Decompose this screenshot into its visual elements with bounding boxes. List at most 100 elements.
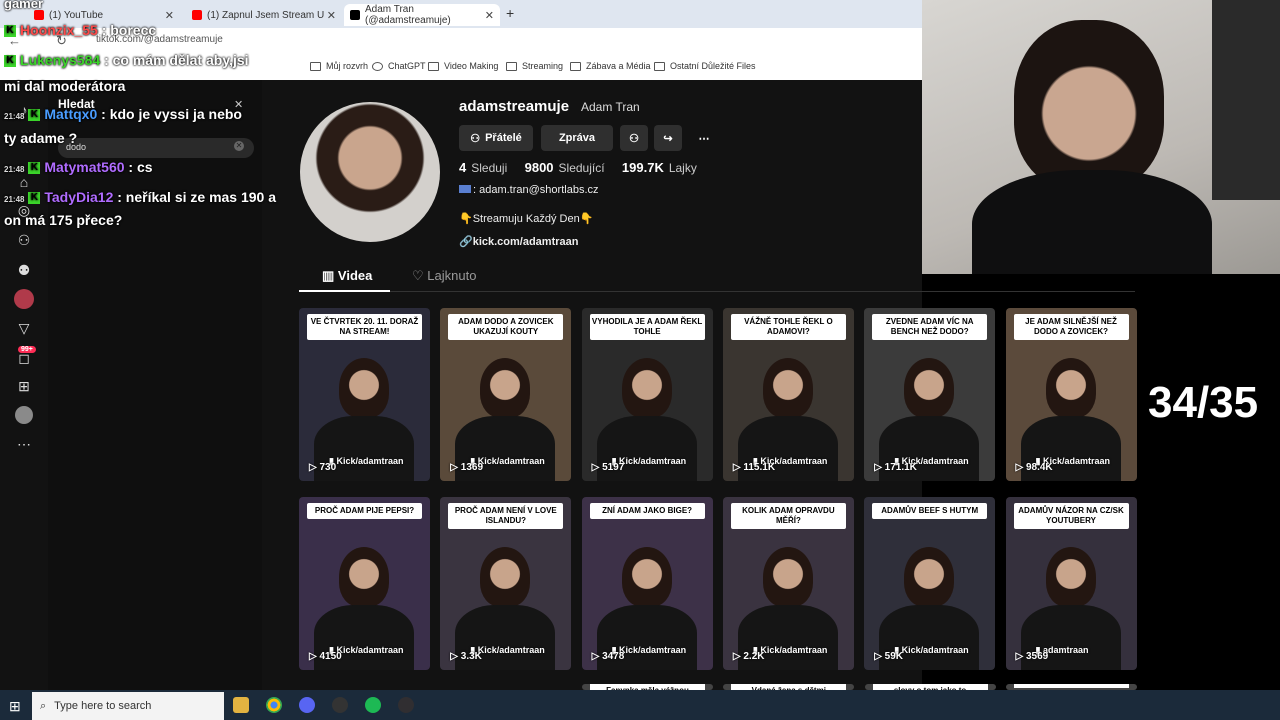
- active-tab-indicator: [299, 290, 390, 292]
- video-caption: ZNÍ ADAM JAKO BIGE?: [589, 503, 705, 519]
- tab-divider: [299, 291, 1135, 292]
- tab-liked[interactable]: ♡ Lajknuto: [412, 268, 476, 284]
- video-card[interactable]: VE ČTVRTEK 20. 11. DORAŽ NA STREAM! ▮ Kic…: [299, 308, 430, 481]
- tab-youtube-stream[interactable]: (1) Zapnul Jsem Stream U Babič ✕: [186, 4, 342, 26]
- folder-icon: [654, 61, 665, 71]
- bookmark-folder[interactable]: Streaming: [506, 61, 563, 71]
- profile-link[interactable]: 🔗kick.com/adamtraan: [459, 235, 578, 248]
- video-caption: KOLIK ADAM OPRAVDU MĚŘÍ?: [730, 503, 846, 529]
- bookmark-item[interactable]: Můj rozvrh: [310, 61, 368, 71]
- send-icon[interactable]: ▽: [14, 318, 34, 338]
- person-check-icon: ⚇: [470, 132, 481, 145]
- following-icon[interactable]: ⚇: [14, 230, 34, 250]
- close-icon[interactable]: ✕: [327, 9, 336, 22]
- tab-tiktok-profile[interactable]: Adam Tran (@adamstreamuje) ✕: [344, 4, 500, 26]
- friends-icon[interactable]: ⚉: [14, 260, 34, 280]
- chatgpt-icon: [372, 61, 383, 71]
- message-button[interactable]: Zpráva: [541, 125, 613, 151]
- background-curtain: [1212, 0, 1280, 200]
- chat-timestamp: 21:48: [4, 165, 25, 174]
- counter-overlay: 34/35: [1148, 378, 1259, 427]
- chat-message: ty adame ?: [4, 130, 77, 146]
- video-card[interactable]: ADAMŮV NÁZOR NA CZ/SK YOUTUBERY ▮ adamtra…: [1005, 497, 1137, 670]
- bookmark-item[interactable]: ChatGPT: [372, 61, 426, 71]
- folder-icon: [506, 61, 517, 71]
- chat-timestamp: 21:48: [4, 195, 25, 204]
- video-caption: VÁŽNĚ TOHLE ŘEKL O ADAMOVI?: [730, 314, 846, 340]
- view-count: ▷ 730: [309, 462, 337, 473]
- thumbnail-person: [621, 358, 672, 418]
- friends-button[interactable]: ⚇ Přátelé: [459, 125, 533, 151]
- chat-message: 21:48 K TadyDia12 : neříkal si ze mas 190…: [4, 189, 276, 205]
- view-count: ▷ 171.1K: [874, 462, 917, 473]
- profile-email: : adam.tran@shortlabs.cz: [459, 184, 599, 196]
- close-icon[interactable]: ✕: [165, 9, 174, 22]
- chrome-icon[interactable]: [266, 697, 282, 713]
- live-avatar-icon[interactable]: [14, 289, 34, 309]
- profile-stats: 4 Sleduji 9800 Sledující 199.7K Lajky: [459, 160, 697, 175]
- chat-message: on má 175 přece?: [4, 212, 122, 228]
- video-card[interactable]: VÁŽNĚ TOHLE ŘEKL O ADAMOVI? ▮ Kick/adamtr…: [722, 308, 854, 481]
- bookmark-icon: [310, 61, 321, 71]
- thumbnail-person: [480, 358, 531, 418]
- spotify-icon[interactable]: [365, 697, 381, 713]
- video-card[interactable]: ZNÍ ADAM JAKO BIGE? ▮ Kick/adamtraan ▷ 347…: [581, 497, 713, 670]
- view-count: ▷ 1369: [450, 462, 484, 473]
- video-caption: ADAMŮV NÁZOR NA CZ/SK YOUTUBERY: [1013, 503, 1129, 529]
- video-card[interactable]: PROČ ADAM PIJE PEPSI? ▮ Kick/adamtraan ▷ 4…: [299, 497, 430, 670]
- add-friend-icon[interactable]: ⚇: [620, 125, 648, 151]
- chat-text: : neříkal si ze mas 190 a: [117, 189, 277, 205]
- file-explorer-icon[interactable]: [233, 697, 249, 713]
- windows-start-icon[interactable]: ⊞: [9, 698, 21, 715]
- video-caption: ADAM DODO A ZOVICEK UKAZUJÍ KOUTY: [448, 314, 564, 340]
- video-card[interactable]: ZVEDNE ADAM VÍC NA BENCH NEŽ DODO? ▮ Kick…: [864, 308, 996, 481]
- bookmark-folder[interactable]: Ostatní Důležité Files: [654, 61, 756, 71]
- new-tab-button[interactable]: +: [506, 5, 514, 21]
- close-icon[interactable]: ✕: [485, 9, 494, 22]
- video-card[interactable]: ADAMŮV BEEF S HUTYM ▮ Kick/adamtraan ▷ 59K: [864, 497, 996, 670]
- chat-text: : co mám dělat aby,jsi: [104, 52, 249, 68]
- upload-icon[interactable]: ⊞: [14, 376, 34, 396]
- bookmark-folder[interactable]: Video Making: [428, 61, 498, 71]
- video-watermark: ▮ Kick/adamtraan: [329, 456, 404, 466]
- thumbnail-person: [1045, 358, 1096, 418]
- video-card[interactable]: KOLIK ADAM OPRAVDU MĚŘÍ? ▮ Kick/adamtraan…: [722, 497, 854, 670]
- thumbnail-person: [339, 358, 389, 418]
- video-caption: PROČ ADAM PIJE PEPSI?: [307, 503, 422, 519]
- kick-badge-icon: K: [28, 109, 41, 122]
- steam-icon[interactable]: [332, 697, 348, 713]
- profile-username: adamstreamuje: [459, 98, 570, 115]
- chat-username: TadyDia12: [44, 189, 114, 205]
- chat-header: gamer: [4, 0, 44, 11]
- video-card[interactable]: JE ADAM SILNĚJŠÍ NEŽ DODO A ZOVICEK? ▮ Ki…: [1005, 308, 1137, 481]
- clear-icon[interactable]: ✕: [234, 141, 244, 151]
- tab-videos[interactable]: ▥ Videa: [322, 268, 372, 284]
- chat-message: mi dal moderátora: [4, 78, 125, 94]
- discord-icon[interactable]: [299, 697, 315, 713]
- profile-avatar-icon[interactable]: [15, 406, 33, 424]
- tab-label: Adam Tran (@adamstreamuje): [365, 4, 451, 26]
- bookmark-folder[interactable]: Zábava a Média: [570, 61, 651, 71]
- profile-bio: 👇Streamuju Každý Den👇: [459, 213, 594, 225]
- view-count: ▷ 5197: [591, 462, 625, 473]
- chat-text: : kdo je vyssi ja nebo: [101, 106, 242, 122]
- youtube-icon: [34, 10, 44, 20]
- play-icon: ▷: [450, 462, 461, 473]
- share-icon[interactable]: ↪: [654, 125, 682, 151]
- play-icon: ▷: [732, 651, 744, 662]
- view-count: ▷ 3478: [591, 651, 625, 662]
- chat-text: mi dal moderátora: [4, 78, 126, 94]
- search-input[interactable]: [58, 138, 254, 158]
- more-options-icon[interactable]: ⋯: [690, 125, 718, 151]
- video-caption: ZVEDNE ADAM VÍC NA BENCH NEŽ DODO?: [872, 314, 988, 340]
- play-icon: ▷: [874, 462, 885, 473]
- play-icon: ▷: [732, 462, 744, 473]
- taskbar-search[interactable]: ⌕ Type here to search: [32, 692, 224, 720]
- video-caption: VYHODILA JE A ADAM ŘEKL TOHLE: [589, 314, 705, 340]
- video-card[interactable]: ADAM DODO A ZOVICEK UKAZUJÍ KOUTY ▮ Kick/…: [440, 308, 572, 481]
- video-card[interactable]: VYHODILA JE A ADAM ŘEKL TOHLE ▮ Kick/adam…: [581, 308, 713, 481]
- video-card[interactable]: PROČ ADAM NENÍ V LOVE ISLANDU? ▮ Kick/ada…: [440, 497, 572, 670]
- more-icon[interactable]: ⋯: [14, 434, 34, 454]
- chat-text: : cs: [128, 159, 153, 175]
- obs-icon[interactable]: [398, 697, 414, 713]
